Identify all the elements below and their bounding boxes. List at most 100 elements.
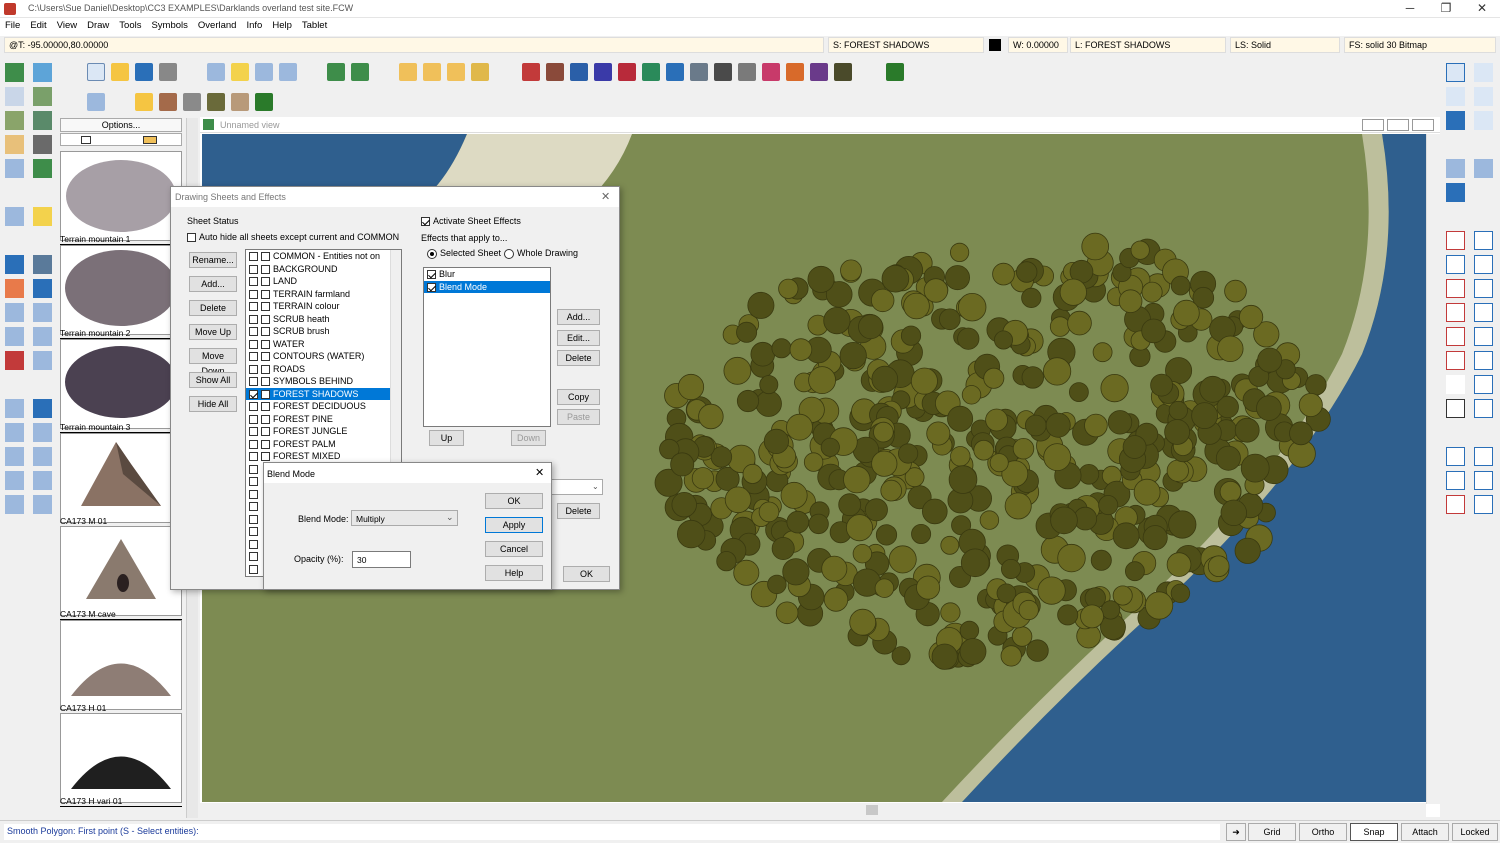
symbol-tile[interactable] <box>60 713 182 803</box>
sheet-visible-checkbox[interactable] <box>249 377 258 387</box>
text-a-icon[interactable] <box>1446 399 1465 418</box>
landmass-icon[interactable] <box>5 63 24 82</box>
sheet-list-icon[interactable] <box>255 63 273 81</box>
menu-draw[interactable]: Draw <box>82 18 114 33</box>
cos-style-icon[interactable] <box>666 63 684 81</box>
coast-icon[interactable] <box>5 87 24 106</box>
pan-icon[interactable] <box>1446 159 1465 178</box>
sheet-visible-checkbox[interactable] <box>249 364 258 374</box>
sheet-freeze-checkbox[interactable] <box>261 302 270 312</box>
tree-brush-icon[interactable] <box>207 93 225 111</box>
sheet-row[interactable]: SCRUB heath <box>246 313 401 326</box>
sheet-freeze-checkbox[interactable] <box>261 427 270 437</box>
sheet-freeze-checkbox[interactable] <box>261 352 270 362</box>
command-history-icon[interactable]: ➜ <box>1226 823 1246 841</box>
sheet-freeze-checkbox[interactable] <box>261 277 270 287</box>
effect-down-button[interactable]: Down <box>511 430 546 446</box>
move-down-button[interactable]: Move Down <box>189 348 237 376</box>
effect-row-blend-mode[interactable]: Blend Mode <box>424 280 550 293</box>
sheet-freeze-checkbox[interactable] <box>261 339 270 349</box>
sheet-freeze-checkbox[interactable] <box>261 377 270 387</box>
menu-symbols[interactable]: Symbols <box>146 18 192 33</box>
sheet-row[interactable]: FOREST MIXED <box>246 450 401 463</box>
lock-icon[interactable] <box>1474 375 1493 394</box>
catalog-view-icon[interactable] <box>81 136 91 144</box>
catalog-in-icon[interactable] <box>423 63 441 81</box>
text-edit-icon[interactable] <box>33 279 52 298</box>
shc-style-icon[interactable] <box>762 63 780 81</box>
open-folder-icon[interactable] <box>111 63 129 81</box>
cit-style-icon[interactable] <box>810 63 828 81</box>
attach-toggle[interactable]: Attach <box>1401 823 1449 841</box>
sheet-freeze-checkbox[interactable] <box>261 414 270 424</box>
sheet-visible-checkbox[interactable] <box>249 564 258 574</box>
layers-icon[interactable] <box>279 63 297 81</box>
export-icon[interactable] <box>351 63 369 81</box>
save-icon[interactable] <box>135 63 153 81</box>
zoom-extents-icon[interactable] <box>1446 87 1465 106</box>
spline-icon[interactable] <box>1446 327 1465 346</box>
sheet-row[interactable]: COMMON - Entities not on <box>246 250 401 263</box>
catalog-folder-icon[interactable] <box>471 63 489 81</box>
smooth-polygon-icon[interactable] <box>1474 303 1493 322</box>
sheet-freeze-checkbox[interactable] <box>261 364 270 374</box>
sheet-freeze-checkbox[interactable] <box>261 452 270 462</box>
menu-tools[interactable]: Tools <box>114 18 146 33</box>
sheet-visible-checkbox[interactable] <box>249 289 258 299</box>
one-icon[interactable] <box>886 63 904 81</box>
sheet-row[interactable]: TERRAIN colour <box>246 300 401 313</box>
sheet-freeze-checkbox[interactable] <box>261 314 270 324</box>
symbol-tile[interactable] <box>60 620 182 710</box>
scale-icon[interactable] <box>33 423 52 442</box>
import-icon[interactable] <box>327 63 345 81</box>
sheet-visible-checkbox[interactable] <box>249 339 258 349</box>
number-icon[interactable] <box>1446 375 1465 394</box>
sheet-row[interactable]: FOREST SHADOWS <box>246 387 401 400</box>
sheet-freeze-checkbox[interactable] <box>261 264 270 274</box>
menu-file[interactable]: File <box>0 18 25 33</box>
line-draw-icon[interactable] <box>1446 231 1465 250</box>
effect-checkbox[interactable] <box>427 282 436 292</box>
drawing-properties-icon[interactable] <box>207 63 225 81</box>
arc-icon[interactable] <box>1446 279 1465 298</box>
effect-paste-button[interactable]: Paste <box>557 409 600 425</box>
undo-icon[interactable] <box>5 255 24 274</box>
zoom-in-icon[interactable] <box>1474 63 1493 82</box>
snap-line-icon[interactable] <box>1446 495 1465 514</box>
sheet-visible-checkbox[interactable] <box>249 352 258 362</box>
rectangle-icon[interactable] <box>1474 231 1493 250</box>
sheet-visible-checkbox[interactable] <box>249 489 258 499</box>
hide-all-button[interactable]: Hide All <box>189 396 237 412</box>
ttc-style-icon[interactable] <box>786 63 804 81</box>
sheet-field[interactable]: S: FOREST SHADOWS <box>828 37 984 53</box>
sheet-row[interactable]: SYMBOLS BEHIND <box>246 375 401 388</box>
sheet-freeze-checkbox[interactable] <box>261 402 270 412</box>
lower-dropdown[interactable]: ⌄ <box>551 479 603 495</box>
fillstyle-field[interactable]: FS: solid 30 Bitmap <box>1344 37 1496 53</box>
scroll-thumb[interactable] <box>866 805 878 815</box>
selected-sheet-radio-dot[interactable] <box>427 248 437 259</box>
maximize-button[interactable]: ❐ <box>1428 0 1464 18</box>
sheet-visible-checkbox[interactable] <box>249 402 258 412</box>
effect-row-blur[interactable]: Blur <box>424 268 550 281</box>
sheet-freeze-checkbox[interactable] <box>261 289 270 299</box>
effect-checkbox[interactable] <box>427 270 436 280</box>
mountain-icon[interactable] <box>183 93 201 111</box>
hand-icon[interactable] <box>231 93 249 111</box>
zoom-search-icon[interactable] <box>5 207 24 226</box>
sheet-row[interactable]: SCRUB brush <box>246 325 401 338</box>
fractal-icon[interactable] <box>1474 351 1493 370</box>
show-all-button[interactable]: Show All <box>189 372 237 388</box>
menu-info[interactable]: Info <box>241 18 267 33</box>
grid-icon[interactable] <box>5 135 24 154</box>
sheet-row[interactable]: ROADS <box>246 363 401 376</box>
locked-toggle[interactable]: Locked <box>1452 823 1498 841</box>
activate-effects-box[interactable] <box>421 217 430 227</box>
divide-icon[interactable] <box>5 423 24 442</box>
sheet-visible-checkbox[interactable] <box>249 539 258 549</box>
sheet-row[interactable]: FOREST PINE <box>246 413 401 426</box>
dd3-style-icon[interactable] <box>546 63 564 81</box>
stretch-icon[interactable] <box>33 351 52 370</box>
break-icon[interactable] <box>5 447 24 466</box>
new-file-icon[interactable] <box>87 63 105 81</box>
